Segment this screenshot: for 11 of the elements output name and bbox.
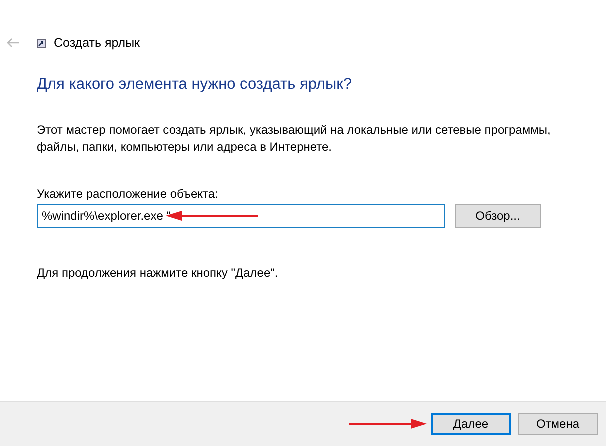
browse-button[interactable]: Обзор...: [455, 204, 541, 228]
next-button[interactable]: Далее: [431, 413, 511, 435]
window-title: Создать ярлык: [54, 36, 140, 50]
field-label: Укажите расположение объекта:: [37, 187, 220, 201]
description-text: Этот мастер помогает создать ярлык, указывающий на локальные или сетевые программы, файлы, папки, компьютеры или адреса в Интернете.: [37, 122, 552, 156]
hint-text: Для продолжения нажмите кнопку "Далее".: [37, 266, 280, 280]
shortcut-icon: [37, 38, 46, 48]
wizard-heading: Для какого элемента нужно создать ярлык?: [37, 76, 354, 94]
back-arrow-icon[interactable]: [6, 38, 19, 48]
location-field[interactable]: %windir%\explorer.exe ": [37, 204, 445, 228]
cancel-button[interactable]: Отмена: [518, 413, 598, 435]
